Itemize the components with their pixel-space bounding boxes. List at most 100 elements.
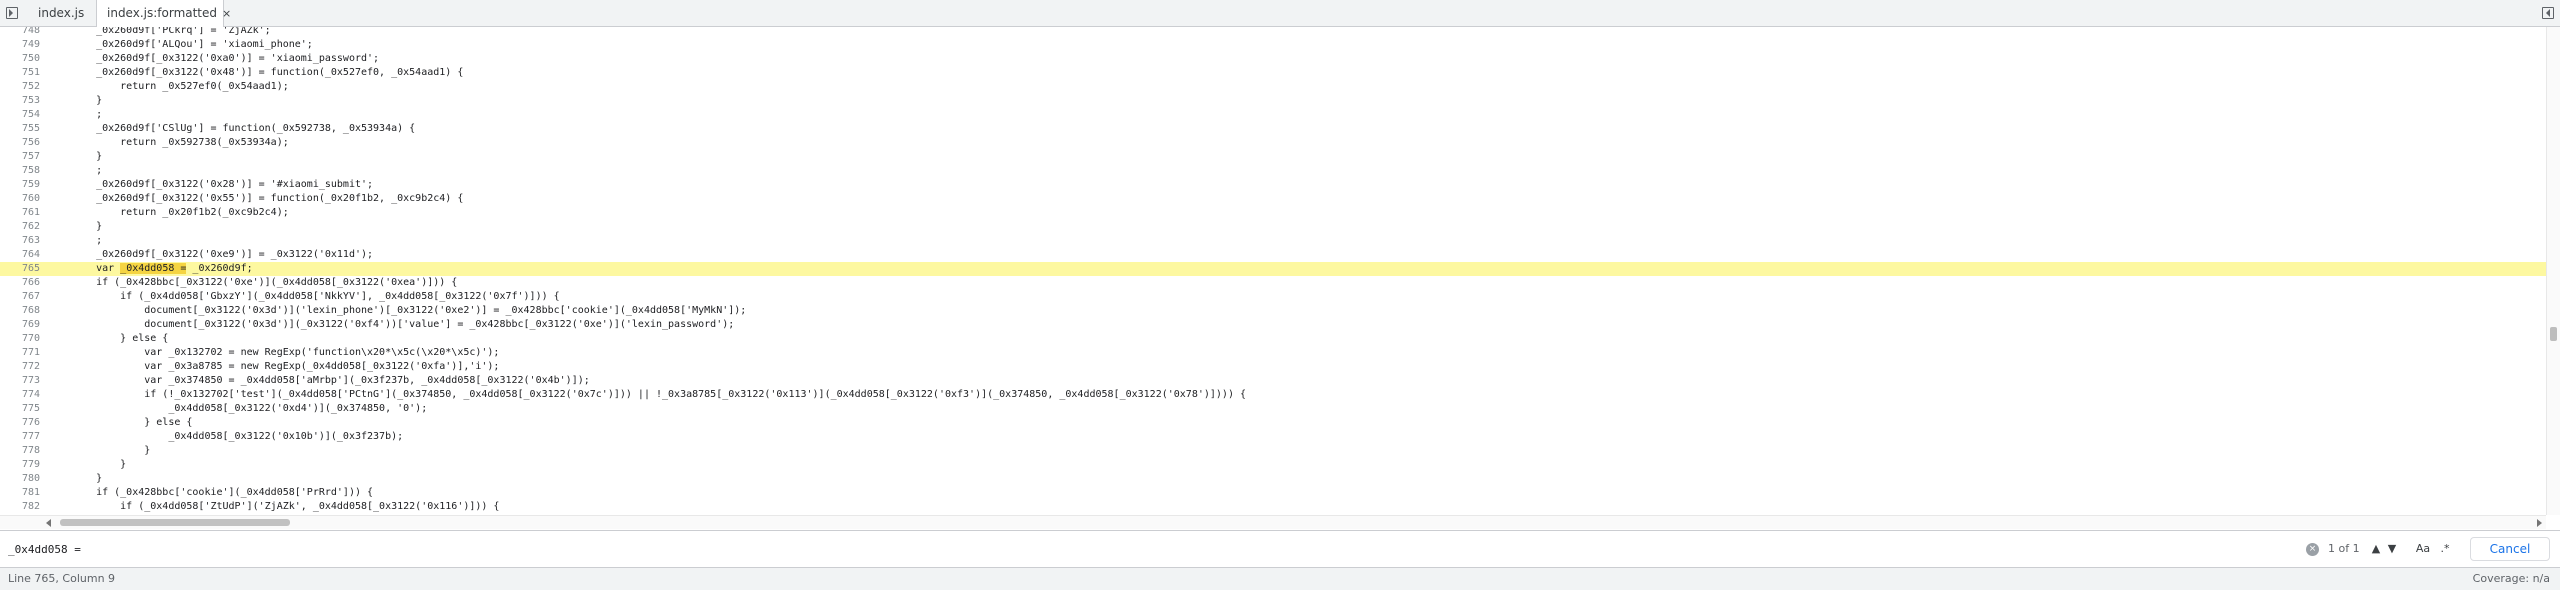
line-number[interactable]: 751 <box>0 66 40 80</box>
line-number[interactable]: 760 <box>0 192 40 206</box>
code-line[interactable]: 780 } <box>0 472 2546 486</box>
scroll-right-icon[interactable] <box>2537 519 2542 527</box>
line-number[interactable]: 766 <box>0 276 40 290</box>
line-number[interactable]: 761 <box>0 206 40 220</box>
line-number[interactable]: 773 <box>0 374 40 388</box>
scroll-left-icon[interactable] <box>46 519 51 527</box>
code-line[interactable]: 763 ; <box>0 234 2546 248</box>
code-text: var _0x132702 = new RegExp('function\x20… <box>72 347 500 358</box>
code-line[interactable]: 754 ; <box>0 108 2546 122</box>
line-number[interactable]: 753 <box>0 94 40 108</box>
line-number[interactable]: 774 <box>0 388 40 402</box>
toggle-debugger-icon[interactable] <box>2542 7 2554 19</box>
code-line[interactable]: 748 _0x260d9f['PCkrq'] = 'ZjAZk'; <box>0 27 2546 38</box>
regex-button[interactable]: .* <box>2436 540 2454 558</box>
code-line[interactable]: 757 } <box>0 150 2546 164</box>
code-text: _0x4dd058[_0x3122('0x10b')](_0x3f237b); <box>72 431 404 442</box>
code-line[interactable]: 766 if (_0x428bbc[_0x3122('0xe')](_0x4dd… <box>0 276 2546 290</box>
code-line[interactable]: 752 return _0x527ef0(_0x54aad1); <box>0 80 2546 94</box>
code-line[interactable]: 762 } <box>0 220 2546 234</box>
code-line[interactable]: 764 _0x260d9f[_0x3122('0xe9')] = _0x3122… <box>0 248 2546 262</box>
code-line[interactable]: 775 _0x4dd058[_0x3122('0xd4')](_0x374850… <box>0 402 2546 416</box>
line-number[interactable]: 776 <box>0 416 40 430</box>
code-line[interactable]: 753 } <box>0 94 2546 108</box>
vertical-scroll-thumb[interactable] <box>2550 327 2557 341</box>
line-number[interactable]: 780 <box>0 472 40 486</box>
line-number[interactable]: 779 <box>0 458 40 472</box>
line-number[interactable]: 778 <box>0 444 40 458</box>
code-line[interactable]: 751 _0x260d9f[_0x3122('0x48')] = functio… <box>0 66 2546 80</box>
horizontal-scroll-thumb[interactable] <box>60 519 290 526</box>
line-number[interactable]: 759 <box>0 178 40 192</box>
line-number[interactable]: 754 <box>0 108 40 122</box>
code-line[interactable]: 774 if (!_0x132702['test'](_0x4dd058['PC… <box>0 388 2546 402</box>
code-line[interactable]: 778 } <box>0 444 2546 458</box>
vertical-scrollbar[interactable] <box>2546 27 2560 515</box>
line-number[interactable]: 770 <box>0 332 40 346</box>
code-line[interactable]: 772 var _0x3a8785 = new RegExp(_0x4dd058… <box>0 360 2546 374</box>
code-line[interactable]: 769 document[_0x3122('0x3d')](_0x3122('0… <box>0 318 2546 332</box>
code-line[interactable]: 768 document[_0x3122('0x3d')]('lexin_pho… <box>0 304 2546 318</box>
code-line[interactable]: 781 if (_0x428bbc['cookie'](_0x4dd058['P… <box>0 486 2546 500</box>
code-line[interactable]: 761 return _0x20f1b2(_0xc9b2c4); <box>0 206 2546 220</box>
code-line[interactable]: 776 } else { <box>0 416 2546 430</box>
code-segment: var <box>72 263 121 274</box>
code-line[interactable]: 771 var _0x132702 = new RegExp('function… <box>0 346 2546 360</box>
line-number[interactable]: 765 <box>0 262 40 276</box>
code-editor[interactable]: 748 _0x260d9f['PCkrq'] = 'ZjAZk'; 749 _0x… <box>0 27 2546 515</box>
code-line[interactable]: 773 var _0x374850 = _0x4dd058['aMrbp'](_… <box>0 374 2546 388</box>
code-line[interactable]: 767 if (_0x4dd058['GbxzY'](_0x4dd058['Nk… <box>0 290 2546 304</box>
code-line[interactable]: 756 return _0x592738(_0x53934a); <box>0 136 2546 150</box>
line-number[interactable]: 781 <box>0 486 40 500</box>
code-line[interactable]: 759 _0x260d9f[_0x3122('0x28')] = '#xiaom… <box>0 178 2546 192</box>
code-line[interactable]: 750 _0x260d9f[_0x3122('0xa0')] = 'xiaomi… <box>0 52 2546 66</box>
next-match-button[interactable]: ▼ <box>2384 540 2400 558</box>
line-number[interactable]: 775 <box>0 402 40 416</box>
cancel-button[interactable]: Cancel <box>2470 537 2550 561</box>
code-line[interactable]: 760 _0x260d9f[_0x3122('0x55')] = functio… <box>0 192 2546 206</box>
line-number[interactable]: 767 <box>0 290 40 304</box>
line-number[interactable]: 756 <box>0 136 40 150</box>
line-number[interactable]: 782 <box>0 500 40 514</box>
code-line[interactable]: 770 } else { <box>0 332 2546 346</box>
line-number[interactable]: 757 <box>0 150 40 164</box>
line-number[interactable]: 768 <box>0 304 40 318</box>
code-line[interactable]: 779 } <box>0 458 2546 472</box>
tab-index-js-formatted[interactable]: index.js:formatted × <box>96 0 231 27</box>
match-case-button[interactable]: Aa <box>2412 540 2434 558</box>
code-text: } <box>72 445 151 456</box>
tab-label: index.js:formatted <box>107 6 218 20</box>
code-line[interactable]: 782 if (_0x4dd058['ZtUdP']('ZjAZk', _0x4… <box>0 500 2546 514</box>
toggle-navigator-icon[interactable] <box>6 7 18 19</box>
line-number[interactable]: 772 <box>0 360 40 374</box>
line-number[interactable]: 748 <box>0 27 40 38</box>
tab-index-js[interactable]: index.js <box>28 0 98 27</box>
code-text: ; <box>72 235 103 246</box>
code-text: var _0x374850 = _0x4dd058['aMrbp'](_0x3f… <box>72 375 590 386</box>
code-text: if (_0x428bbc[_0x3122('0xe')](_0x4dd058[… <box>72 277 458 288</box>
previous-match-button[interactable]: ▲ <box>2368 540 2384 558</box>
line-number[interactable]: 777 <box>0 430 40 444</box>
search-input[interactable] <box>0 531 2340 567</box>
code-text: if (_0x428bbc['cookie'](_0x4dd058['PrRrd… <box>72 487 374 498</box>
line-number[interactable]: 752 <box>0 80 40 94</box>
line-number[interactable]: 758 <box>0 164 40 178</box>
code-line[interactable]: 749 _0x260d9f['ALQou'] = 'xiaomi_phone'; <box>0 38 2546 52</box>
line-number[interactable]: 763 <box>0 234 40 248</box>
close-icon[interactable]: × <box>222 7 231 20</box>
line-number[interactable]: 750 <box>0 52 40 66</box>
line-number[interactable]: 771 <box>0 346 40 360</box>
line-number[interactable]: 749 <box>0 38 40 52</box>
code-line[interactable]: 758 ; <box>0 164 2546 178</box>
code-text: return _0x20f1b2(_0xc9b2c4); <box>72 207 289 218</box>
code-line[interactable]: 755 _0x260d9f['CSlUg'] = function(_0x592… <box>0 122 2546 136</box>
line-number[interactable]: 755 <box>0 122 40 136</box>
horizontal-scrollbar[interactable] <box>0 515 2546 529</box>
code-line[interactable]: 765 var _0x4dd058 = _0x260d9f; <box>0 262 2546 276</box>
code-text: var _0x3a8785 = new RegExp(_0x4dd058[_0x… <box>72 361 500 372</box>
code-line[interactable]: 777 _0x4dd058[_0x3122('0x10b')](_0x3f237… <box>0 430 2546 444</box>
line-number[interactable]: 764 <box>0 248 40 262</box>
clear-search-icon[interactable]: × <box>2306 543 2319 556</box>
line-number[interactable]: 769 <box>0 318 40 332</box>
line-number[interactable]: 762 <box>0 220 40 234</box>
